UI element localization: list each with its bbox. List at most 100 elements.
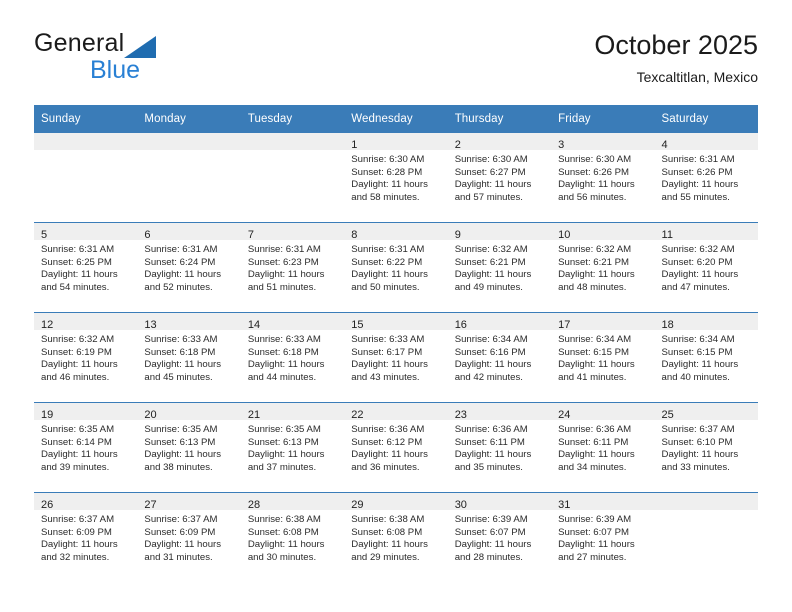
- weekday-header-thursday: Thursday: [447, 105, 552, 133]
- daylight-text-line1: Daylight: 11 hours: [558, 449, 635, 461]
- daylight-text-line1: Daylight: 11 hours: [247, 269, 325, 281]
- calendar-day-cell[interactable]: 26 Sunrise: 6:37 AM Sunset: 6:09 PM Dayligh…: [34, 492, 138, 582]
- calendar-day-cell[interactable]: 10 Sunrise: 6:32 AM Sunset: 6:21 PM Dayligh…: [551, 222, 655, 313]
- calendar-day-cell[interactable]: 21 Sunrise: 6:35 AM Sunset: 6:13 PM Dayligh…: [240, 402, 345, 493]
- calendar-day-cell[interactable]: 11 Sunrise: 6:32 AM Sunset: 6:20 PM Dayligh…: [654, 222, 758, 313]
- sunset-text: Sunset: 6:26 PM: [661, 166, 733, 178]
- day-number-band: 5: [34, 223, 138, 241]
- calendar-day-cell[interactable]: 15 Sunrise: 6:33 AM Sunset: 6:17 PM Dayligh…: [344, 312, 448, 403]
- day-number-band: 13: [137, 313, 241, 331]
- day-number-band: 29: [344, 493, 448, 511]
- sunset-text: Sunset: 6:27 PM: [454, 166, 526, 178]
- sunset-text: Sunset: 6:22 PM: [351, 256, 423, 268]
- sunrise-text: Sunrise: 6:35 AM: [247, 424, 321, 435]
- calendar-day-cell[interactable]: 20 Sunrise: 6:35 AM Sunset: 6:13 PM Dayligh…: [137, 402, 241, 493]
- day-number: 9: [454, 229, 461, 241]
- page-subtitle-location: Texcaltitlan, Mexico: [636, 69, 758, 85]
- day-details: Sunrise: 6:31 AM Sunset: 6:25 PM Daylight:…: [34, 240, 137, 294]
- day-number-band: 11: [654, 223, 758, 241]
- calendar-day-cell[interactable]: 18 Sunrise: 6:34 AM Sunset: 6:15 PM Dayligh…: [654, 312, 758, 403]
- calendar-day-cell[interactable]: 1 Sunrise: 6:30 AM Sunset: 6:28 PM Daylight…: [344, 133, 448, 223]
- daylight-text-line2: and 57 minutes.: [454, 191, 523, 203]
- day-number-band: 20: [137, 403, 241, 421]
- calendar-day-cell[interactable]: 3 Sunrise: 6:30 AM Sunset: 6:26 PM Daylight…: [551, 133, 655, 223]
- day-number-band: 15: [344, 313, 448, 331]
- day-details: Sunrise: 6:31 AM Sunset: 6:22 PM Daylight:…: [344, 240, 447, 294]
- day-details: Sunrise: 6:37 AM Sunset: 6:09 PM Daylight:…: [137, 510, 240, 564]
- sunset-text: Sunset: 6:14 PM: [41, 436, 112, 448]
- calendar-day-cell[interactable]: 8 Sunrise: 6:31 AM Sunset: 6:22 PM Daylight…: [344, 222, 448, 313]
- daylight-text-line1: Daylight: 11 hours: [661, 179, 739, 191]
- day-number-band: 18: [654, 313, 758, 331]
- calendar-day-cell[interactable]: 27 Sunrise: 6:37 AM Sunset: 6:09 PM Dayligh…: [137, 492, 241, 582]
- sunrise-text: Sunrise: 6:37 AM: [41, 514, 115, 525]
- calendar-day-cell[interactable]: 29 Sunrise: 6:38 AM Sunset: 6:08 PM Dayligh…: [344, 492, 448, 582]
- page-header: General Blue October 2025 Texcaltitlan, …: [34, 28, 758, 94]
- daylight-text-line1: Daylight: 11 hours: [41, 269, 118, 281]
- calendar-day-cell[interactable]: 30 Sunrise: 6:39 AM Sunset: 6:07 PM Dayligh…: [447, 492, 552, 582]
- general-blue-logo[interactable]: General Blue: [34, 28, 274, 90]
- daylight-text-line2: and 46 minutes.: [41, 371, 110, 383]
- daylight-text-line2: and 56 minutes.: [558, 191, 627, 203]
- day-details: Sunrise: 6:34 AM Sunset: 6:15 PM Daylight:…: [655, 330, 758, 384]
- calendar-day-cell[interactable]: 4 Sunrise: 6:31 AM Sunset: 6:26 PM Daylight…: [654, 133, 758, 223]
- day-details: Sunrise: 6:37 AM Sunset: 6:09 PM Daylight:…: [34, 510, 137, 564]
- sunset-text: Sunset: 6:07 PM: [558, 526, 630, 538]
- calendar-day-cell[interactable]: 22 Sunrise: 6:36 AM Sunset: 6:12 PM Dayligh…: [344, 402, 448, 493]
- sunrise-text: Sunrise: 6:35 AM: [144, 424, 218, 435]
- day-number-band: 12: [34, 313, 138, 331]
- calendar-day-cell[interactable]: 23 Sunrise: 6:36 AM Sunset: 6:11 PM Dayligh…: [447, 402, 552, 493]
- logo-text-general: General: [34, 29, 125, 57]
- sunrise-text: Sunrise: 6:30 AM: [454, 154, 528, 165]
- sunrise-text: Sunrise: 6:35 AM: [41, 424, 115, 435]
- daylight-text-line1: Daylight: 11 hours: [558, 539, 635, 551]
- sunset-text: Sunset: 6:11 PM: [454, 436, 525, 448]
- daylight-text-line1: Daylight: 11 hours: [454, 179, 532, 191]
- calendar-day-cell[interactable]: 24 Sunrise: 6:36 AM Sunset: 6:11 PM Dayligh…: [551, 402, 655, 493]
- calendar-day-cell[interactable]: 5 Sunrise: 6:31 AM Sunset: 6:25 PM Daylight…: [34, 222, 138, 313]
- day-details: Sunrise: 6:38 AM Sunset: 6:08 PM Daylight:…: [241, 510, 344, 564]
- daylight-text-line2: and 49 minutes.: [454, 281, 523, 293]
- daylight-text-line1: Daylight: 11 hours: [661, 449, 739, 461]
- day-number: 29: [351, 499, 364, 511]
- daylight-text-line2: and 27 minutes.: [558, 551, 627, 563]
- day-details: Sunrise: 6:39 AM Sunset: 6:07 PM Daylight:…: [448, 510, 551, 564]
- sunrise-text: Sunrise: 6:33 AM: [247, 334, 321, 345]
- daylight-text-line1: Daylight: 11 hours: [454, 269, 532, 281]
- daylight-text-line1: Daylight: 11 hours: [247, 449, 325, 461]
- sunrise-text: Sunrise: 6:39 AM: [558, 514, 632, 525]
- calendar-day-cell[interactable]: 17 Sunrise: 6:34 AM Sunset: 6:15 PM Dayligh…: [551, 312, 655, 403]
- sunrise-text: Sunrise: 6:36 AM: [351, 424, 425, 435]
- day-number: 19: [41, 409, 54, 421]
- calendar-day-cell[interactable]: 25 Sunrise: 6:37 AM Sunset: 6:10 PM Dayligh…: [654, 402, 758, 493]
- calendar-week-row: 19 Sunrise: 6:35 AM Sunset: 6:14 PM Dayligh…: [34, 402, 758, 493]
- day-number: 11: [661, 229, 673, 241]
- calendar-day-cell[interactable]: 12 Sunrise: 6:32 AM Sunset: 6:19 PM Dayligh…: [34, 312, 138, 403]
- calendar-day-cell[interactable]: 16 Sunrise: 6:34 AM Sunset: 6:16 PM Dayligh…: [447, 312, 552, 403]
- day-number: 22: [351, 409, 364, 421]
- calendar-day-cell[interactable]: 13 Sunrise: 6:33 AM Sunset: 6:18 PM Dayligh…: [137, 312, 241, 403]
- daylight-text-line2: and 54 minutes.: [41, 281, 110, 293]
- daylight-text-line2: and 29 minutes.: [351, 551, 420, 563]
- daylight-text-line1: Daylight: 11 hours: [247, 359, 325, 371]
- daylight-text-line1: Daylight: 11 hours: [558, 269, 635, 281]
- calendar-day-cell[interactable]: 7 Sunrise: 6:31 AM Sunset: 6:23 PM Daylight…: [240, 222, 345, 313]
- calendar-day-cell[interactable]: 9 Sunrise: 6:32 AM Sunset: 6:21 PM Daylight…: [447, 222, 552, 313]
- calendar-day-cell-empty: [654, 492, 758, 582]
- calendar-day-cell[interactable]: 19 Sunrise: 6:35 AM Sunset: 6:14 PM Dayligh…: [34, 402, 138, 493]
- calendar-day-cell[interactable]: 6 Sunrise: 6:31 AM Sunset: 6:24 PM Daylight…: [137, 222, 241, 313]
- day-number: 23: [454, 409, 467, 421]
- daylight-text-line2: and 47 minutes.: [661, 281, 730, 293]
- calendar-day-cell[interactable]: 28 Sunrise: 6:38 AM Sunset: 6:08 PM Dayligh…: [240, 492, 345, 582]
- calendar-day-cell[interactable]: 2 Sunrise: 6:30 AM Sunset: 6:27 PM Daylight…: [447, 133, 552, 223]
- daylight-text-line2: and 36 minutes.: [351, 461, 420, 473]
- sunrise-text: Sunrise: 6:31 AM: [144, 244, 218, 255]
- day-number: 13: [144, 319, 157, 331]
- daylight-text-line2: and 58 minutes.: [351, 191, 420, 203]
- daylight-text-line2: and 37 minutes.: [247, 461, 317, 473]
- calendar-day-cell[interactable]: 31 Sunrise: 6:39 AM Sunset: 6:07 PM Dayligh…: [551, 492, 655, 582]
- day-details: Sunrise: 6:30 AM Sunset: 6:26 PM Daylight:…: [551, 150, 654, 204]
- day-number-band: 3: [551, 133, 655, 151]
- calendar-day-cell[interactable]: 14 Sunrise: 6:33 AM Sunset: 6:18 PM Dayligh…: [240, 312, 345, 403]
- sunset-text: Sunset: 6:21 PM: [558, 256, 630, 268]
